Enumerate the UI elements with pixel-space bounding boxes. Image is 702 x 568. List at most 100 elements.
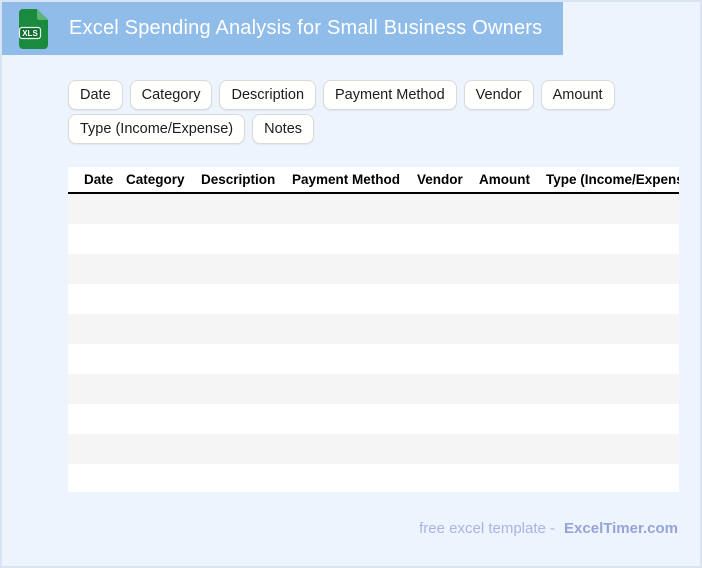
- table-cell: [546, 314, 679, 344]
- table-cell: [68, 344, 126, 374]
- table-cell: [479, 314, 546, 344]
- table-cell: [68, 434, 126, 464]
- table-cell: [201, 254, 292, 284]
- table-cell: [292, 193, 417, 224]
- table-row: [68, 374, 679, 404]
- table-header-cell: Vendor: [417, 167, 479, 194]
- table-row: [68, 404, 679, 434]
- table-cell: [292, 284, 417, 314]
- table-cell: [546, 193, 679, 224]
- table-cell: [126, 434, 201, 464]
- table-cell: [126, 193, 201, 224]
- app-header: XLS Excel Spending Analysis for Small Bu…: [2, 2, 563, 55]
- table-cell: [417, 224, 479, 254]
- table-header-cell: Amount: [479, 167, 546, 194]
- table-cell: [68, 254, 126, 284]
- table-cell: [417, 434, 479, 464]
- table-row: [68, 224, 679, 254]
- column-chip: Payment Method: [323, 80, 457, 110]
- table-header-cell: Payment Method: [292, 167, 417, 194]
- table-cell: [68, 193, 126, 224]
- spreadsheet-table: Date Category Description Payment Method Ven…: [68, 167, 679, 492]
- table-cell: [479, 344, 546, 374]
- table-cell: [479, 374, 546, 404]
- table-cell: [292, 224, 417, 254]
- page-title: Excel Spending Analysis for Small Busine…: [69, 17, 543, 39]
- table-header-cell: Category: [126, 167, 201, 194]
- column-chip: Vendor: [463, 80, 534, 110]
- table-row: [68, 434, 679, 464]
- table-cell: [201, 344, 292, 374]
- table-cell: [417, 374, 479, 404]
- table-cell: [292, 374, 417, 404]
- table-cell: [68, 464, 126, 492]
- table-cell: [417, 464, 479, 492]
- table-cell: [417, 254, 479, 284]
- table-row: [68, 464, 679, 492]
- table-cell: [479, 284, 546, 314]
- table-cell: [126, 374, 201, 404]
- table-cell: [417, 284, 479, 314]
- table-cell: [201, 434, 292, 464]
- table-cell: [68, 224, 126, 254]
- table-cell: [201, 314, 292, 344]
- table-cell: [292, 344, 417, 374]
- table-cell: [201, 284, 292, 314]
- table-cell: [479, 464, 546, 492]
- table-cell: [546, 254, 679, 284]
- table-cell: [201, 193, 292, 224]
- table-cell: [201, 374, 292, 404]
- xls-file-icon: XLS: [18, 8, 48, 49]
- table-header-cell: Description: [201, 167, 292, 194]
- table-row: [68, 193, 679, 224]
- table-cell: [201, 404, 292, 434]
- table-row: [68, 284, 679, 314]
- brand-link[interactable]: ExcelTimer.com: [564, 520, 678, 537]
- table-cell: [126, 404, 201, 434]
- table-cell: [292, 464, 417, 492]
- table-cell: [68, 314, 126, 344]
- table-cell: [292, 434, 417, 464]
- table-cell: [479, 193, 546, 224]
- table-cell: [126, 314, 201, 344]
- table-cell: [417, 193, 479, 224]
- footer-text: free excel template -: [419, 520, 556, 537]
- table-row: [68, 254, 679, 284]
- table-cell: [546, 224, 679, 254]
- table-cell: [126, 224, 201, 254]
- table-cell: [546, 374, 679, 404]
- column-chip: Category: [129, 80, 213, 110]
- table-cell: [292, 254, 417, 284]
- table-cell: [68, 284, 126, 314]
- column-chip: Amount: [540, 80, 615, 110]
- table-cell: [201, 464, 292, 492]
- table-cell: [546, 434, 679, 464]
- table-cell: [126, 284, 201, 314]
- table-header-row: Date Category Description Payment Method Ven…: [68, 167, 679, 194]
- table-cell: [546, 404, 679, 434]
- table-cell: [68, 404, 126, 434]
- page: XLS Excel Spending Analysis for Small Bu…: [0, 0, 702, 568]
- table-header-cell: Type (Income/Expense): [546, 167, 679, 194]
- table-cell: [292, 314, 417, 344]
- table-cell: [546, 284, 679, 314]
- table-cell: [479, 254, 546, 284]
- table-cell: [417, 344, 479, 374]
- xls-icon-label: XLS: [22, 29, 38, 38]
- column-chip: Date: [68, 80, 123, 110]
- table-cell: [201, 224, 292, 254]
- table-cell: [126, 344, 201, 374]
- table-cell: [417, 404, 479, 434]
- table-cell: [126, 464, 201, 492]
- table-cell: [417, 314, 479, 344]
- table-cell: [546, 464, 679, 492]
- column-chip-list: Date Category Description Payment Method Ven…: [68, 80, 628, 144]
- table-header-cell: Date: [68, 167, 126, 194]
- footer: free excel template - ExcelTimer.com: [419, 520, 678, 537]
- column-chip: Notes: [252, 114, 315, 144]
- table-cell: [68, 374, 126, 404]
- column-chip: Description: [219, 80, 317, 110]
- column-chip: Type (Income/Expense): [68, 114, 246, 144]
- table-row: [68, 314, 679, 344]
- table-row: [68, 344, 679, 374]
